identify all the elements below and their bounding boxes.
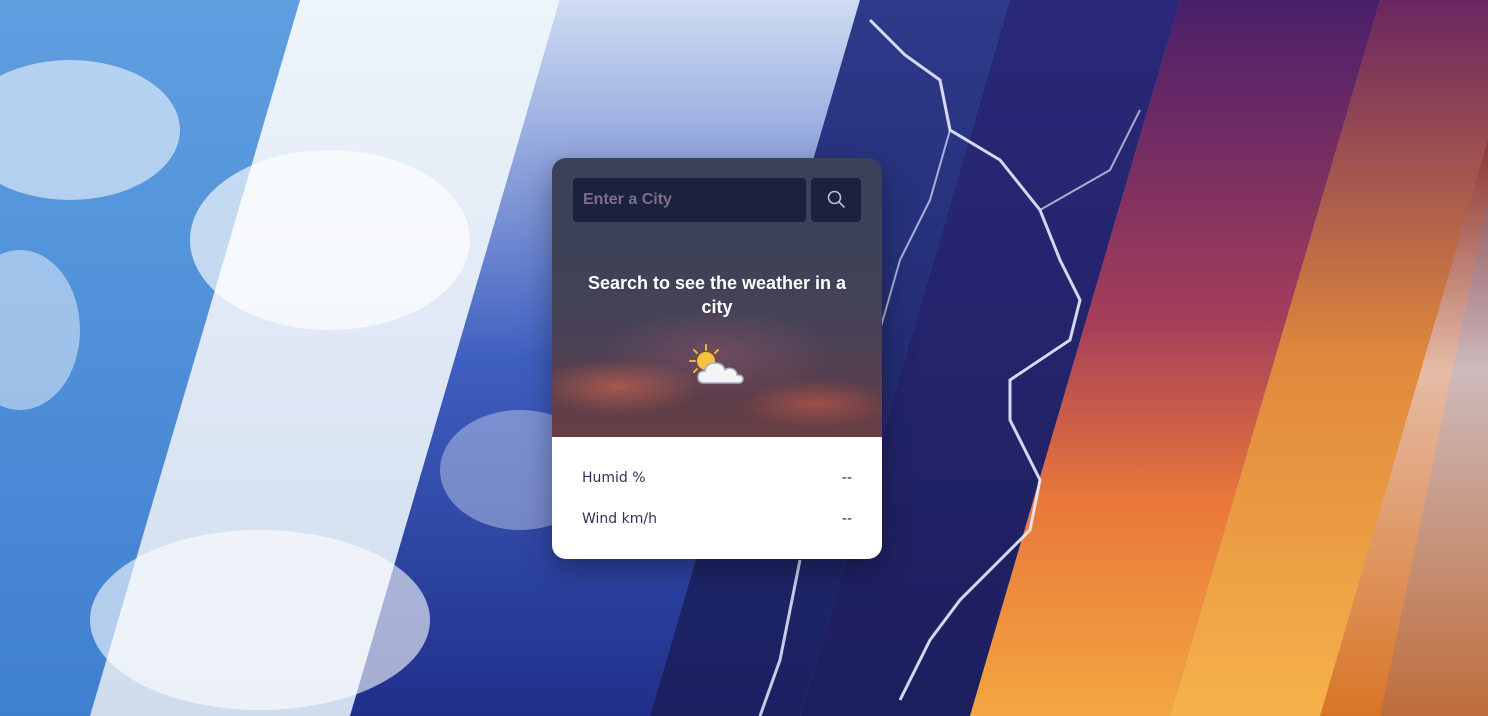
humidity-value: --	[841, 469, 852, 486]
weather-stats: Humid % -- Wind km/h --	[552, 437, 882, 559]
humidity-label: Humid %	[582, 469, 646, 486]
humidity-row: Humid % --	[582, 465, 852, 490]
sun-behind-cloud-icon	[688, 343, 748, 393]
wind-label: Wind km/h	[582, 510, 657, 527]
city-search-input[interactable]	[573, 178, 806, 222]
search-prompt-message: Search to see the weather in a city	[587, 273, 847, 317]
weather-card: Search to see the weather in a city Humi…	[552, 158, 882, 559]
wind-row: Wind km/h --	[582, 506, 852, 531]
search-icon	[826, 189, 846, 212]
search-bar	[573, 178, 861, 222]
search-button[interactable]	[811, 178, 861, 222]
wind-value: --	[841, 510, 852, 527]
weather-card-header: Search to see the weather in a city	[552, 158, 882, 437]
